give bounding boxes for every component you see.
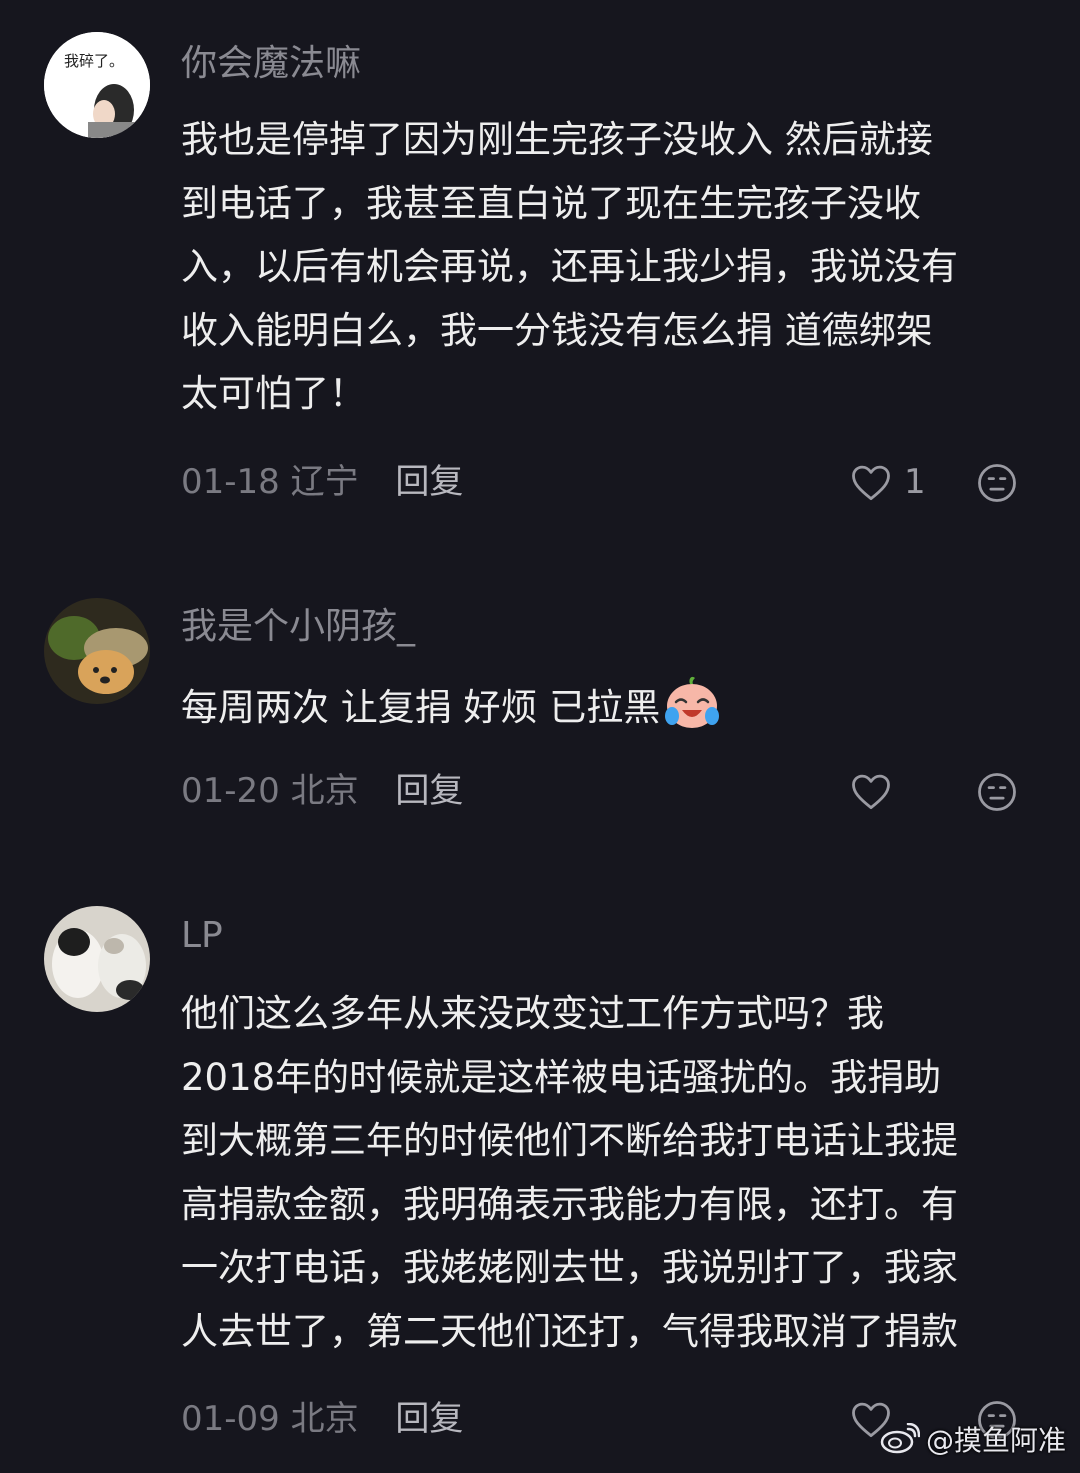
heart-icon [852,774,890,810]
avatar-photo-cats [44,906,150,1012]
comment-text: 每周两次 让复捐 好烦 已拉黑 [181,672,1051,740]
comment-line: 人去世了，第二天他们还打，气得我取消了捐款 [181,1309,958,1353]
watermark: @摸鱼阿准 [880,1419,1066,1459]
comment-line: 到大概第三年的时候他们不断给我打电话让我提 [181,1119,958,1162]
like-button[interactable]: 1 [850,460,926,504]
comment-line-text: 每周两次 让复捐 好烦 已拉黑 [181,686,661,729]
like-button[interactable] [850,769,904,813]
comment-date: 01-18 [181,462,280,502]
comment-meta: 01-20 北京 回复 [181,769,463,813]
username[interactable]: 你会魔法嘛 [181,42,361,86]
heart-icon [852,465,890,501]
username[interactable]: 我是个小阴孩_ [181,605,415,649]
weibo-logo-icon [880,1423,920,1454]
crying-laughing-emoji-icon [665,676,720,728]
avatar-drawing: 我碎了。 [44,32,150,138]
comment-line: 高捐款金额，我明确表示我能力有限，还打。有 [181,1182,958,1226]
comment-line: 入，以后有机会再说，还再让我少捐，我说没有 [181,245,958,288]
comment-location: 北京 [290,1399,359,1439]
comment-meta: 01-18 辽宁 回复 [181,460,463,504]
comment-line: 太可怕了！ [181,372,366,415]
reply-button[interactable]: 回复 [395,771,463,811]
reply-button[interactable]: 回复 [395,462,463,502]
comment-text: 他们这么多年从来没改变过工作方式吗？我 2018年的时候就是这样被电话骚扰的。我… [181,982,1051,1363]
comment-date: 01-20 [181,771,280,811]
username[interactable]: LP [181,914,223,958]
like-count: 1 [904,462,926,502]
dislike-icon[interactable] [976,771,1018,813]
avatar-caption: 我碎了。 [64,52,124,70]
comment-meta: 01-09 北京 回复 [181,1397,463,1441]
comment-line: 每周两次 让复捐 好烦 已拉黑 [181,672,1051,740]
comment-text: 我也是停掉了因为刚生完孩子没收入 然后就接 到电话了，我甚至直白说了现在生完孩子… [181,108,1051,426]
avatar[interactable]: 我碎了。 [44,32,150,138]
comment-line: 他们这么多年从来没改变过工作方式吗？我 [181,992,884,1035]
comment-line: 收入能明白么，我一分钱没有怎么捐 道德绑架 [181,308,933,352]
comment-location: 北京 [290,771,359,811]
comment-line: 我也是停掉了因为刚生完孩子没收入 然后就接 [181,118,933,161]
comment-location: 辽宁 [290,462,359,502]
dislike-icon[interactable] [976,462,1018,504]
watermark-text: @摸鱼阿准 [925,1424,1066,1457]
comment-date: 01-09 [181,1399,280,1439]
reply-button[interactable]: 回复 [395,1399,463,1439]
avatar-photo-dog [44,598,150,704]
avatar[interactable] [44,906,150,1012]
comment-line: 2018年的时候就是这样被电话骚扰的。我捐助 [181,1055,942,1099]
comment-line: 到电话了，我甚至直白说了现在生完孩子没收 [181,181,921,225]
comment-line: 一次打电话，我姥姥刚去世，我说别打了，我家 [181,1246,958,1289]
avatar[interactable] [44,598,150,704]
